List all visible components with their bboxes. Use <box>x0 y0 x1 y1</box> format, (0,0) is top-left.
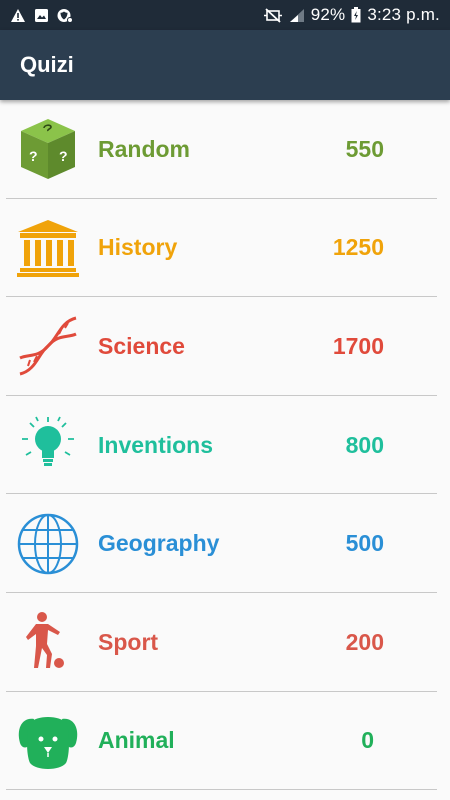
svg-text:?: ? <box>29 148 38 164</box>
category-score: 1250 <box>332 234 384 261</box>
category-score: 0 <box>361 727 374 754</box>
category-label: Random <box>98 135 190 162</box>
dog-icon <box>16 709 80 773</box>
category-score: 800 <box>345 431 384 458</box>
svg-text:?: ? <box>59 148 68 164</box>
category-label: Animal <box>98 727 175 754</box>
status-left-icons <box>10 8 73 23</box>
app-title: Quizi <box>20 52 74 77</box>
category-label: Inventions <box>98 431 214 458</box>
image-icon <box>34 8 49 23</box>
battery-percent: 92% <box>310 5 346 24</box>
category-list: ? ? Random 550 History 1250 Science 1700… <box>0 100 450 790</box>
category-label: Science <box>98 332 185 359</box>
battery-icon <box>351 7 361 23</box>
dna-icon <box>16 314 80 378</box>
category-item-inventions[interactable]: Inventions 800 <box>0 396 450 495</box>
category-label: History <box>98 234 178 261</box>
category-item-animal[interactable]: Animal 0 <box>0 692 450 791</box>
clock: 3:23 p.m. <box>367 5 440 24</box>
category-item-geography[interactable]: Geography 500 <box>0 494 450 593</box>
category-label: Sport <box>98 628 159 655</box>
status-bar: 92% 3:23 p.m. <box>0 0 450 30</box>
category-label: Geography <box>98 530 220 557</box>
mute-icon <box>263 7 283 23</box>
lightbulb-icon <box>16 413 80 477</box>
globe-icon <box>16 512 80 576</box>
category-score: 1700 <box>332 332 384 359</box>
signal-icon <box>289 8 305 23</box>
category-item-random[interactable]: ? ? Random 550 <box>0 100 450 199</box>
category-item-history[interactable]: History 1250 <box>0 199 450 298</box>
category-score: 550 <box>345 135 384 162</box>
app-bar: Quizi <box>0 30 450 100</box>
shield-icon <box>57 8 73 23</box>
warning-icon <box>10 8 26 23</box>
category-item-science[interactable]: Science 1700 <box>0 297 450 396</box>
category-score: 200 <box>345 628 384 655</box>
dice-icon: ? ? <box>16 117 80 181</box>
soccer-player-icon <box>16 610 80 674</box>
category-score: 500 <box>345 530 384 557</box>
status-right: 92% 3:23 p.m. <box>263 5 440 25</box>
museum-icon <box>16 216 80 280</box>
category-item-sport[interactable]: Sport 200 <box>0 593 450 692</box>
